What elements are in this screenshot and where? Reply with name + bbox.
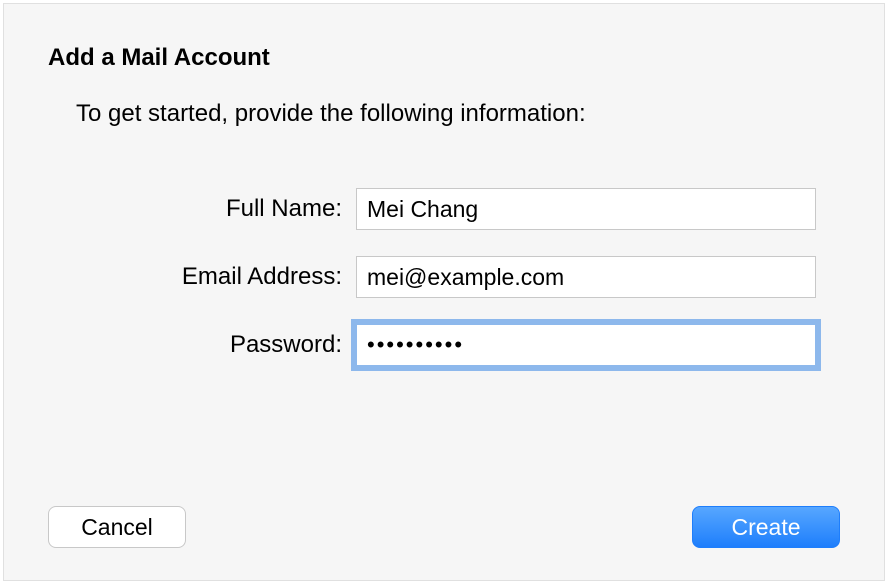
password-label: Password: <box>48 331 356 359</box>
cancel-button[interactable]: Cancel <box>48 506 186 548</box>
create-button[interactable]: Create <box>692 506 840 548</box>
add-mail-account-dialog: Add a Mail Account To get started, provi… <box>3 3 885 581</box>
email-address-label: Email Address: <box>48 263 356 291</box>
full-name-label: Full Name: <box>48 195 356 223</box>
email-address-input[interactable] <box>356 256 816 298</box>
account-form: Full Name: Email Address: Password: <box>48 188 840 366</box>
full-name-row: Full Name: <box>48 188 840 230</box>
dialog-subtitle: To get started, provide the following in… <box>76 100 840 128</box>
password-input[interactable] <box>356 324 816 366</box>
button-row: Cancel Create <box>48 506 840 548</box>
full-name-input[interactable] <box>356 188 816 230</box>
password-row: Password: <box>48 324 840 366</box>
email-address-row: Email Address: <box>48 256 840 298</box>
dialog-title: Add a Mail Account <box>48 44 840 72</box>
